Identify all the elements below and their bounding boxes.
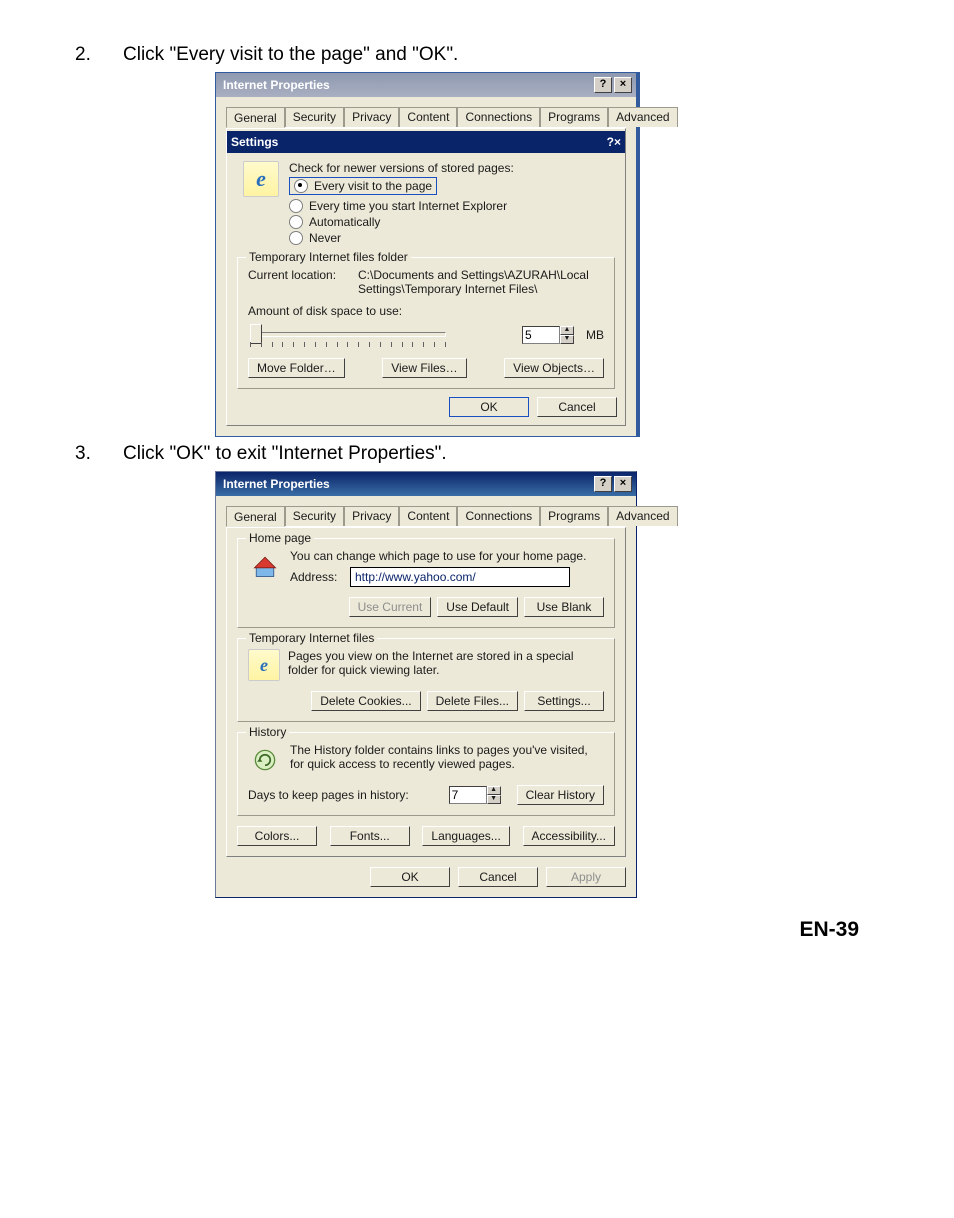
use-blank-button[interactable]: Use Blank	[524, 597, 604, 617]
fieldset-legend: History	[246, 725, 289, 739]
colors-button[interactable]: Colors...	[237, 826, 317, 846]
radio-icon	[294, 179, 308, 193]
disk-space-input[interactable]	[522, 326, 560, 344]
tab-security[interactable]: Security	[285, 506, 344, 526]
view-files-button[interactable]: View Files…	[382, 358, 466, 378]
tab-general[interactable]: General	[226, 506, 285, 527]
option-every-start[interactable]: Every time you start Internet Explorer	[289, 199, 514, 213]
window-title: Internet Properties	[220, 78, 592, 92]
step-2-text: Click "Every visit to the page" and "OK"…	[123, 44, 879, 66]
tab-security[interactable]: Security	[285, 107, 344, 127]
check-newer-label: Check for newer versions of stored pages…	[289, 161, 514, 175]
home-page-desc: You can change which page to use for you…	[290, 549, 604, 563]
radio-icon	[289, 231, 303, 245]
internet-icon: e	[243, 161, 279, 197]
temp-internet-files-fieldset: Temporary Internet files folder Current …	[237, 257, 615, 389]
internet-properties-dialog-settings: Internet Properties ? × General Security…	[215, 72, 640, 437]
history-days-input[interactable]	[449, 786, 487, 804]
use-default-button[interactable]: Use Default	[437, 597, 518, 617]
home-page-fieldset: Home page You can change which page to u…	[237, 538, 615, 628]
settings-titlebar: Settings ? ×	[227, 131, 625, 153]
ok-button[interactable]: OK	[370, 867, 450, 887]
current-location-label: Current location:	[248, 268, 358, 282]
titlebar: Internet Properties ? ×	[216, 73, 636, 97]
mb-label: MB	[586, 328, 604, 342]
help-icon[interactable]: ?	[607, 135, 614, 149]
tab-content[interactable]: Content	[399, 107, 457, 127]
tab-programs[interactable]: Programs	[540, 107, 608, 127]
chevron-up-icon[interactable]: ▲	[487, 786, 501, 795]
history-fieldset: History The History folder contains link…	[237, 732, 615, 816]
tab-advanced[interactable]: Advanced	[608, 107, 677, 127]
option-every-start-label: Every time you start Internet Explorer	[309, 199, 507, 213]
radio-icon	[289, 215, 303, 229]
option-never[interactable]: Never	[289, 231, 514, 245]
chevron-up-icon[interactable]: ▲	[560, 326, 574, 335]
help-icon[interactable]: ?	[594, 476, 612, 492]
option-automatically[interactable]: Automatically	[289, 215, 514, 229]
cancel-button[interactable]: Cancel	[458, 867, 538, 887]
chevron-down-icon[interactable]: ▼	[487, 795, 501, 804]
history-desc: The History folder contains links to pag…	[290, 743, 604, 771]
window-title: Internet Properties	[220, 477, 592, 491]
internet-icon: e	[248, 649, 280, 681]
step-3-text: Click "OK" to exit "Internet Properties"…	[123, 443, 879, 465]
settings-title: Settings	[231, 135, 607, 149]
option-every-visit-label: Every visit to the page	[314, 179, 432, 193]
option-every-visit[interactable]: Every visit to the page	[289, 177, 437, 195]
temporary-internet-files-fieldset: Temporary Internet files e Pages you vie…	[237, 638, 615, 722]
tab-strip: General Security Privacy Content Connect…	[226, 506, 626, 527]
radio-icon	[289, 199, 303, 213]
help-icon[interactable]: ?	[594, 77, 612, 93]
current-location-value: C:\Documents and Settings\AZURAH\Local S…	[358, 268, 604, 296]
fieldset-legend: Temporary Internet files folder	[246, 250, 411, 264]
tab-strip: General Security Privacy Content Connect…	[226, 107, 626, 128]
fieldset-legend: Home page	[246, 531, 314, 545]
tab-programs[interactable]: Programs	[540, 506, 608, 526]
apply-button: Apply	[546, 867, 626, 887]
disk-space-label: Amount of disk space to use:	[248, 304, 604, 318]
tab-privacy[interactable]: Privacy	[344, 107, 399, 127]
disk-space-stepper[interactable]: ▲▼	[522, 326, 574, 344]
move-folder-button[interactable]: Move Folder…	[248, 358, 345, 378]
days-label: Days to keep pages in history:	[248, 788, 449, 802]
fonts-button[interactable]: Fonts...	[330, 826, 410, 846]
tab-general[interactable]: General	[226, 107, 285, 128]
clear-history-button[interactable]: Clear History	[517, 785, 604, 805]
languages-button[interactable]: Languages...	[422, 826, 509, 846]
address-input[interactable]	[350, 567, 570, 587]
tab-advanced[interactable]: Advanced	[608, 506, 677, 526]
cancel-button[interactable]: Cancel	[537, 397, 617, 417]
ok-button[interactable]: OK	[449, 397, 529, 417]
tab-content[interactable]: Content	[399, 506, 457, 526]
close-icon[interactable]: ×	[614, 476, 632, 492]
option-automatically-label: Automatically	[309, 215, 380, 229]
home-page-icon	[248, 549, 282, 583]
step-number: 3.	[75, 443, 123, 465]
tab-privacy[interactable]: Privacy	[344, 506, 399, 526]
use-current-button: Use Current	[349, 597, 432, 617]
chevron-down-icon[interactable]: ▼	[560, 335, 574, 344]
delete-cookies-button[interactable]: Delete Cookies...	[311, 691, 420, 711]
tab-connections[interactable]: Connections	[457, 506, 540, 526]
delete-files-button[interactable]: Delete Files...	[427, 691, 518, 711]
titlebar: Internet Properties ? ×	[216, 472, 636, 496]
tif-desc: Pages you view on the Internet are store…	[288, 649, 604, 677]
address-label: Address:	[290, 570, 350, 584]
settings-button[interactable]: Settings...	[524, 691, 604, 711]
option-never-label: Never	[309, 231, 341, 245]
history-icon	[248, 743, 282, 777]
internet-properties-dialog-general: Internet Properties ? × General Security…	[215, 471, 637, 898]
fieldset-legend: Temporary Internet files	[246, 631, 377, 645]
page-number: EN-39	[75, 918, 879, 942]
accessibility-button[interactable]: Accessibility...	[523, 826, 615, 846]
view-objects-button[interactable]: View Objects…	[504, 358, 604, 378]
step-number: 2.	[75, 44, 123, 66]
history-days-stepper[interactable]: ▲▼	[449, 786, 501, 804]
close-icon[interactable]: ×	[614, 77, 632, 93]
disk-space-slider[interactable]	[248, 322, 448, 348]
close-icon[interactable]: ×	[614, 135, 621, 149]
tab-connections[interactable]: Connections	[457, 107, 540, 127]
